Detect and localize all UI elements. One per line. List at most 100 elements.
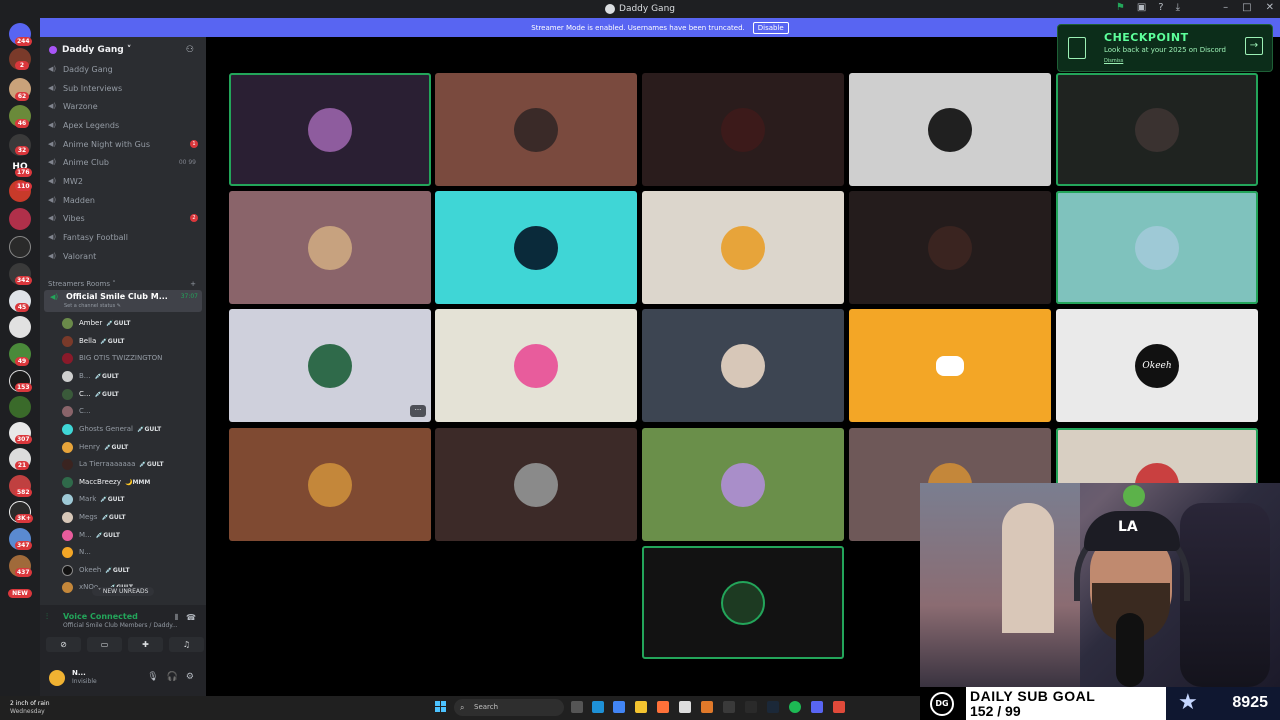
app-icon[interactable]: [833, 701, 845, 713]
windows-start-icon[interactable]: [435, 701, 447, 713]
voice-member[interactable]: MaccBreezy 🌙MMM: [62, 474, 200, 490]
participant-tile[interactable]: [642, 428, 844, 541]
arrow-right-icon[interactable]: →: [1245, 37, 1263, 55]
flag-icon[interactable]: ⚑: [1116, 2, 1125, 13]
channel-madden[interactable]: ◀) Madden: [48, 192, 200, 208]
channel-status[interactable]: Set a channel status ✎: [64, 303, 121, 309]
avatar: [62, 581, 73, 593]
participant-tile[interactable]: [642, 191, 844, 304]
disconnect-icon[interactable]: ☎: [186, 613, 196, 623]
discord-icon[interactable]: [811, 701, 823, 713]
camera-off-button[interactable]: ⊘: [46, 637, 81, 652]
new-unreads-pill[interactable]: ˅ NEW UNREADS: [92, 587, 155, 596]
participant-tile[interactable]: [229, 73, 431, 186]
screen-share-icon[interactable]: ▣: [1137, 2, 1146, 13]
channel-sub-interviews[interactable]: ◀) Sub Interviews: [48, 80, 200, 96]
participant-tile[interactable]: [1056, 73, 1258, 186]
channel-anime-club[interactable]: ◀) Anime Club 00 99: [48, 154, 200, 170]
weather-widget[interactable]: 2 inch of rain Wednesday: [10, 700, 50, 716]
channel-anime-night[interactable]: ◀) Anime Night with Gus 1: [48, 136, 200, 152]
activities-button[interactable]: ✚: [128, 637, 163, 652]
voice-member[interactable]: Bella 💉GULT: [62, 333, 200, 349]
taskbar-search[interactable]: ⌕ Search: [454, 699, 564, 716]
voice-member[interactable]: Henry 💉GULT: [62, 439, 200, 455]
file-explorer-icon[interactable]: [635, 701, 647, 713]
server-icon[interactable]: [9, 396, 31, 418]
participant-tile[interactable]: [849, 73, 1051, 186]
server-icon[interactable]: [9, 208, 31, 230]
app-icon[interactable]: [745, 701, 757, 713]
participant-tile[interactable]: [849, 309, 1051, 422]
participant-tile[interactable]: [435, 428, 637, 541]
participant-tile[interactable]: [642, 546, 844, 659]
voice-member[interactable]: Amber 💉GULT: [62, 315, 200, 331]
participant-tile[interactable]: [642, 309, 844, 422]
create-channel-icon[interactable]: +: [190, 280, 196, 288]
spotify-icon[interactable]: [789, 701, 801, 713]
voice-connected-label[interactable]: Voice Connected: [63, 612, 138, 621]
voice-member[interactable]: BIG OTIS TWIZZINGTON: [62, 350, 200, 366]
notepad-icon[interactable]: [679, 701, 691, 713]
channel-mw2[interactable]: ◀) MW2: [48, 173, 200, 189]
voice-member[interactable]: C... 💉GULT: [62, 386, 200, 402]
voice-member[interactable]: La Tierraaaaaaa 💉GULT: [62, 456, 200, 472]
minimize-icon[interactable]: –: [1223, 2, 1228, 13]
channel-valorant[interactable]: ◀) Valorant: [48, 248, 200, 264]
checkpoint-promo[interactable]: CHECKPOINT Look back at your 2025 on Dis…: [1057, 24, 1273, 72]
server-icon[interactable]: [9, 236, 31, 258]
voice-member[interactable]: Ghosts General 💉GULT: [62, 421, 200, 437]
avatar[interactable]: [49, 670, 65, 686]
more-options-button[interactable]: ···: [410, 405, 426, 417]
participant-tile[interactable]: [642, 73, 844, 186]
checkpoint-dismiss-link[interactable]: Dismiss: [1104, 58, 1123, 64]
participant-tile[interactable]: [435, 309, 637, 422]
firefox-icon[interactable]: [657, 701, 669, 713]
new-servers-badge[interactable]: NEW: [8, 589, 32, 598]
participant-tile[interactable]: [435, 191, 637, 304]
signal-icon[interactable]: ⫶: [46, 612, 48, 622]
channel-apex-legends[interactable]: ◀) Apex Legends: [48, 117, 200, 133]
active-voice-channel[interactable]: ◀) Official Smile Club M... 37:07 Set a …: [44, 290, 202, 312]
voice-member[interactable]: C...: [62, 403, 200, 419]
noise-suppression-icon[interactable]: ⦀: [175, 613, 179, 623]
participant-tile[interactable]: [229, 191, 431, 304]
server-icon[interactable]: [9, 316, 31, 338]
channel-warzone[interactable]: ◀) Warzone: [48, 98, 200, 114]
screen-share-button[interactable]: ▭: [87, 637, 122, 652]
voice-member[interactable]: Megs 💉GULT: [62, 509, 200, 525]
terminal-icon[interactable]: [723, 701, 735, 713]
voice-member[interactable]: Okeeh 💉GULT: [62, 562, 200, 578]
participant-tile[interactable]: [229, 428, 431, 541]
settings-gear-icon[interactable]: ⚙: [186, 672, 194, 682]
headphones-icon[interactable]: 🎧: [167, 672, 178, 682]
help-icon[interactable]: ?: [1158, 2, 1163, 13]
voice-member[interactable]: N...: [62, 544, 200, 560]
app-icon[interactable]: [701, 701, 713, 713]
voice-member[interactable]: B... 💉GULT: [62, 368, 200, 384]
soundboard-button[interactable]: ♫: [169, 637, 204, 652]
participant-tile[interactable]: [849, 191, 1051, 304]
voice-member[interactable]: M... 💉GULT: [62, 527, 200, 543]
participant-tile[interactable]: [435, 73, 637, 186]
username[interactable]: N...: [72, 669, 86, 677]
voice-channel-path[interactable]: Official Smile Club Members / Daddy...: [63, 622, 183, 629]
download-icon[interactable]: ⤓: [1176, 2, 1180, 13]
invite-icon[interactable]: ⚇: [186, 45, 194, 55]
participant-tile[interactable]: Okeeh: [1056, 309, 1258, 422]
channel-vibes[interactable]: ◀) Vibes 2: [48, 210, 200, 226]
category-streamers-rooms[interactable]: Streamers Rooms ˅ +: [48, 280, 200, 288]
task-view-icon[interactable]: [571, 701, 583, 713]
channel-daddy-gang[interactable]: ◀) Daddy Gang: [48, 61, 200, 77]
disable-streamer-mode-button[interactable]: Disable: [752, 21, 789, 34]
microphone-icon[interactable]: 🎙: [147, 672, 158, 682]
server-header[interactable]: Daddy Gang ˅ ⚇: [40, 37, 206, 63]
voice-member[interactable]: Mark 💉GULT: [62, 491, 200, 507]
close-icon[interactable]: ✕: [1266, 2, 1274, 13]
maximize-icon[interactable]: □: [1242, 2, 1251, 13]
chrome-icon[interactable]: [613, 701, 625, 713]
channel-fantasy-football[interactable]: ◀) Fantasy Football: [48, 229, 200, 245]
steam-icon[interactable]: [767, 701, 779, 713]
participant-tile[interactable]: [1056, 191, 1258, 304]
participant-tile[interactable]: ···: [229, 309, 431, 422]
edge-icon[interactable]: [592, 701, 604, 713]
